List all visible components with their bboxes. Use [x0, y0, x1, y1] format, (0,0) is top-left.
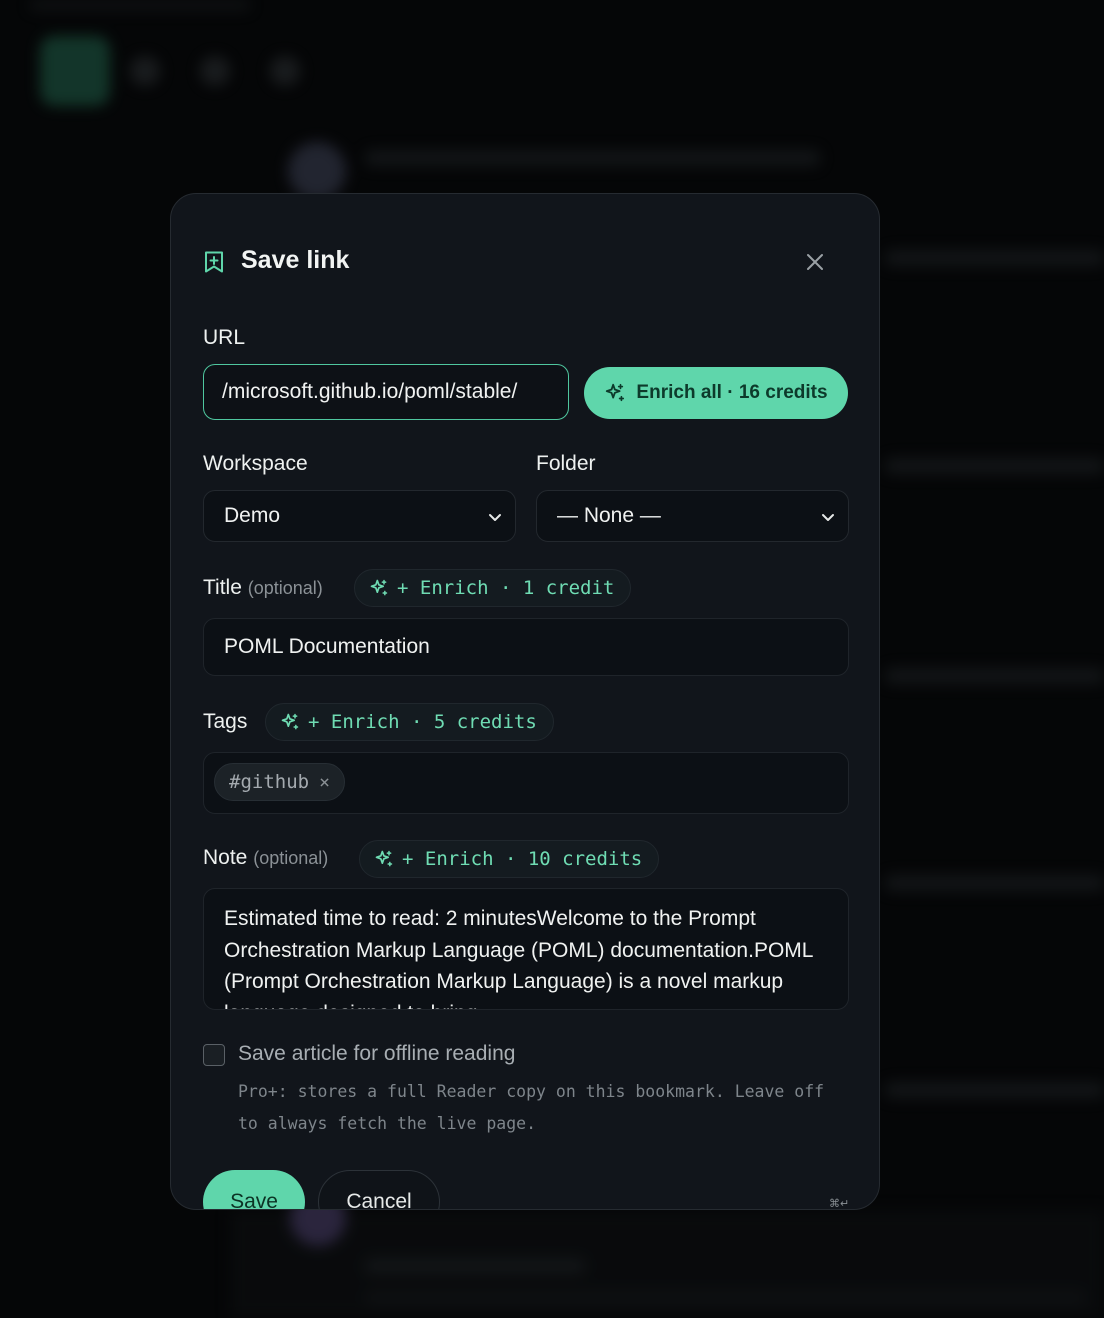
tag-chip-label: #github [229, 771, 310, 793]
folder-value: — None — [557, 504, 661, 527]
url-label: URL [203, 326, 246, 349]
note-label-text: Note [203, 846, 248, 869]
folder-label: Folder [536, 452, 596, 475]
save-button[interactable]: Save [203, 1170, 305, 1209]
background-logo [40, 36, 110, 106]
tag-chip: #github × [214, 763, 345, 801]
dialog-title: Save link [241, 246, 350, 274]
background-text [885, 668, 1104, 684]
sparkles-icon [606, 383, 625, 402]
background-nav-icon [200, 56, 230, 86]
enrich-title-button[interactable]: + Enrich · 1 credit [354, 569, 632, 607]
title-label-text: Title [203, 576, 242, 599]
tags-input[interactable]: #github × [203, 752, 849, 814]
enrich-all-label: Enrich all · 16 credits [636, 382, 828, 403]
enrich-all-button[interactable]: Enrich all · 16 credits [584, 367, 848, 419]
background-text [365, 150, 820, 166]
chevron-down-icon [822, 514, 834, 521]
offline-hint: Pro+: stores a full Reader copy on this … [238, 1082, 825, 1133]
close-icon[interactable] [801, 248, 829, 276]
workspace-select[interactable]: Demo [203, 490, 516, 542]
background-text [885, 250, 1104, 266]
sparkles-icon [375, 850, 393, 867]
enrich-title-label: + Enrich · 1 credit [397, 577, 615, 599]
enrich-tags-label: + Enrich · 5 credits [308, 711, 537, 733]
cancel-button[interactable]: Cancel [318, 1170, 440, 1209]
remove-tag-icon[interactable]: × [319, 772, 330, 793]
background-avatar [288, 142, 346, 200]
tags-label: Tags [203, 710, 248, 733]
background-text [885, 1082, 1104, 1098]
background-text [885, 458, 1104, 474]
background-text [885, 875, 1104, 891]
background-nav-icon [270, 56, 300, 86]
note-textarea[interactable]: Estimated time to read: 2 minutesWelcome… [203, 888, 849, 1010]
background-text [365, 1290, 1085, 1306]
note-value: Estimated time to read: 2 minutesWelcome… [224, 907, 813, 1009]
bookmark-plus-icon [205, 251, 223, 273]
enrich-note-button[interactable]: + Enrich · 10 credits [359, 840, 660, 878]
background-nav-icon [130, 56, 160, 86]
url-value: /microsoft.github.io/poml/stable/ [222, 380, 518, 403]
enrich-note-label: + Enrich · 10 credits [402, 848, 643, 870]
workspace-value: Demo [224, 504, 281, 527]
chevron-down-icon [489, 514, 501, 521]
background-topbar [30, 0, 250, 10]
workspace-label: Workspace [203, 452, 308, 475]
note-label: Note (optional) [203, 846, 328, 870]
sparkles-icon [281, 713, 299, 730]
offline-checkbox[interactable] [203, 1044, 225, 1066]
folder-select[interactable]: — None — [536, 490, 849, 542]
title-value: POML Documentation [224, 635, 430, 658]
save-link-dialog: Save link URL /microsoft.github.io/poml/… [170, 193, 880, 1210]
background-text [365, 1258, 585, 1274]
sparkles-icon [370, 579, 388, 596]
title-optional: (optional) [247, 578, 323, 598]
url-input[interactable]: /microsoft.github.io/poml/stable/ [203, 364, 569, 420]
title-input[interactable]: POML Documentation [203, 618, 849, 676]
note-optional: (optional) [253, 848, 329, 868]
title-label: Title (optional) [203, 576, 323, 600]
offline-label: Save article for offline reading [238, 1042, 516, 1065]
keyboard-shortcut-hint: ⌘↵ [829, 1198, 850, 1210]
enrich-tags-button[interactable]: + Enrich · 5 credits [265, 703, 554, 741]
